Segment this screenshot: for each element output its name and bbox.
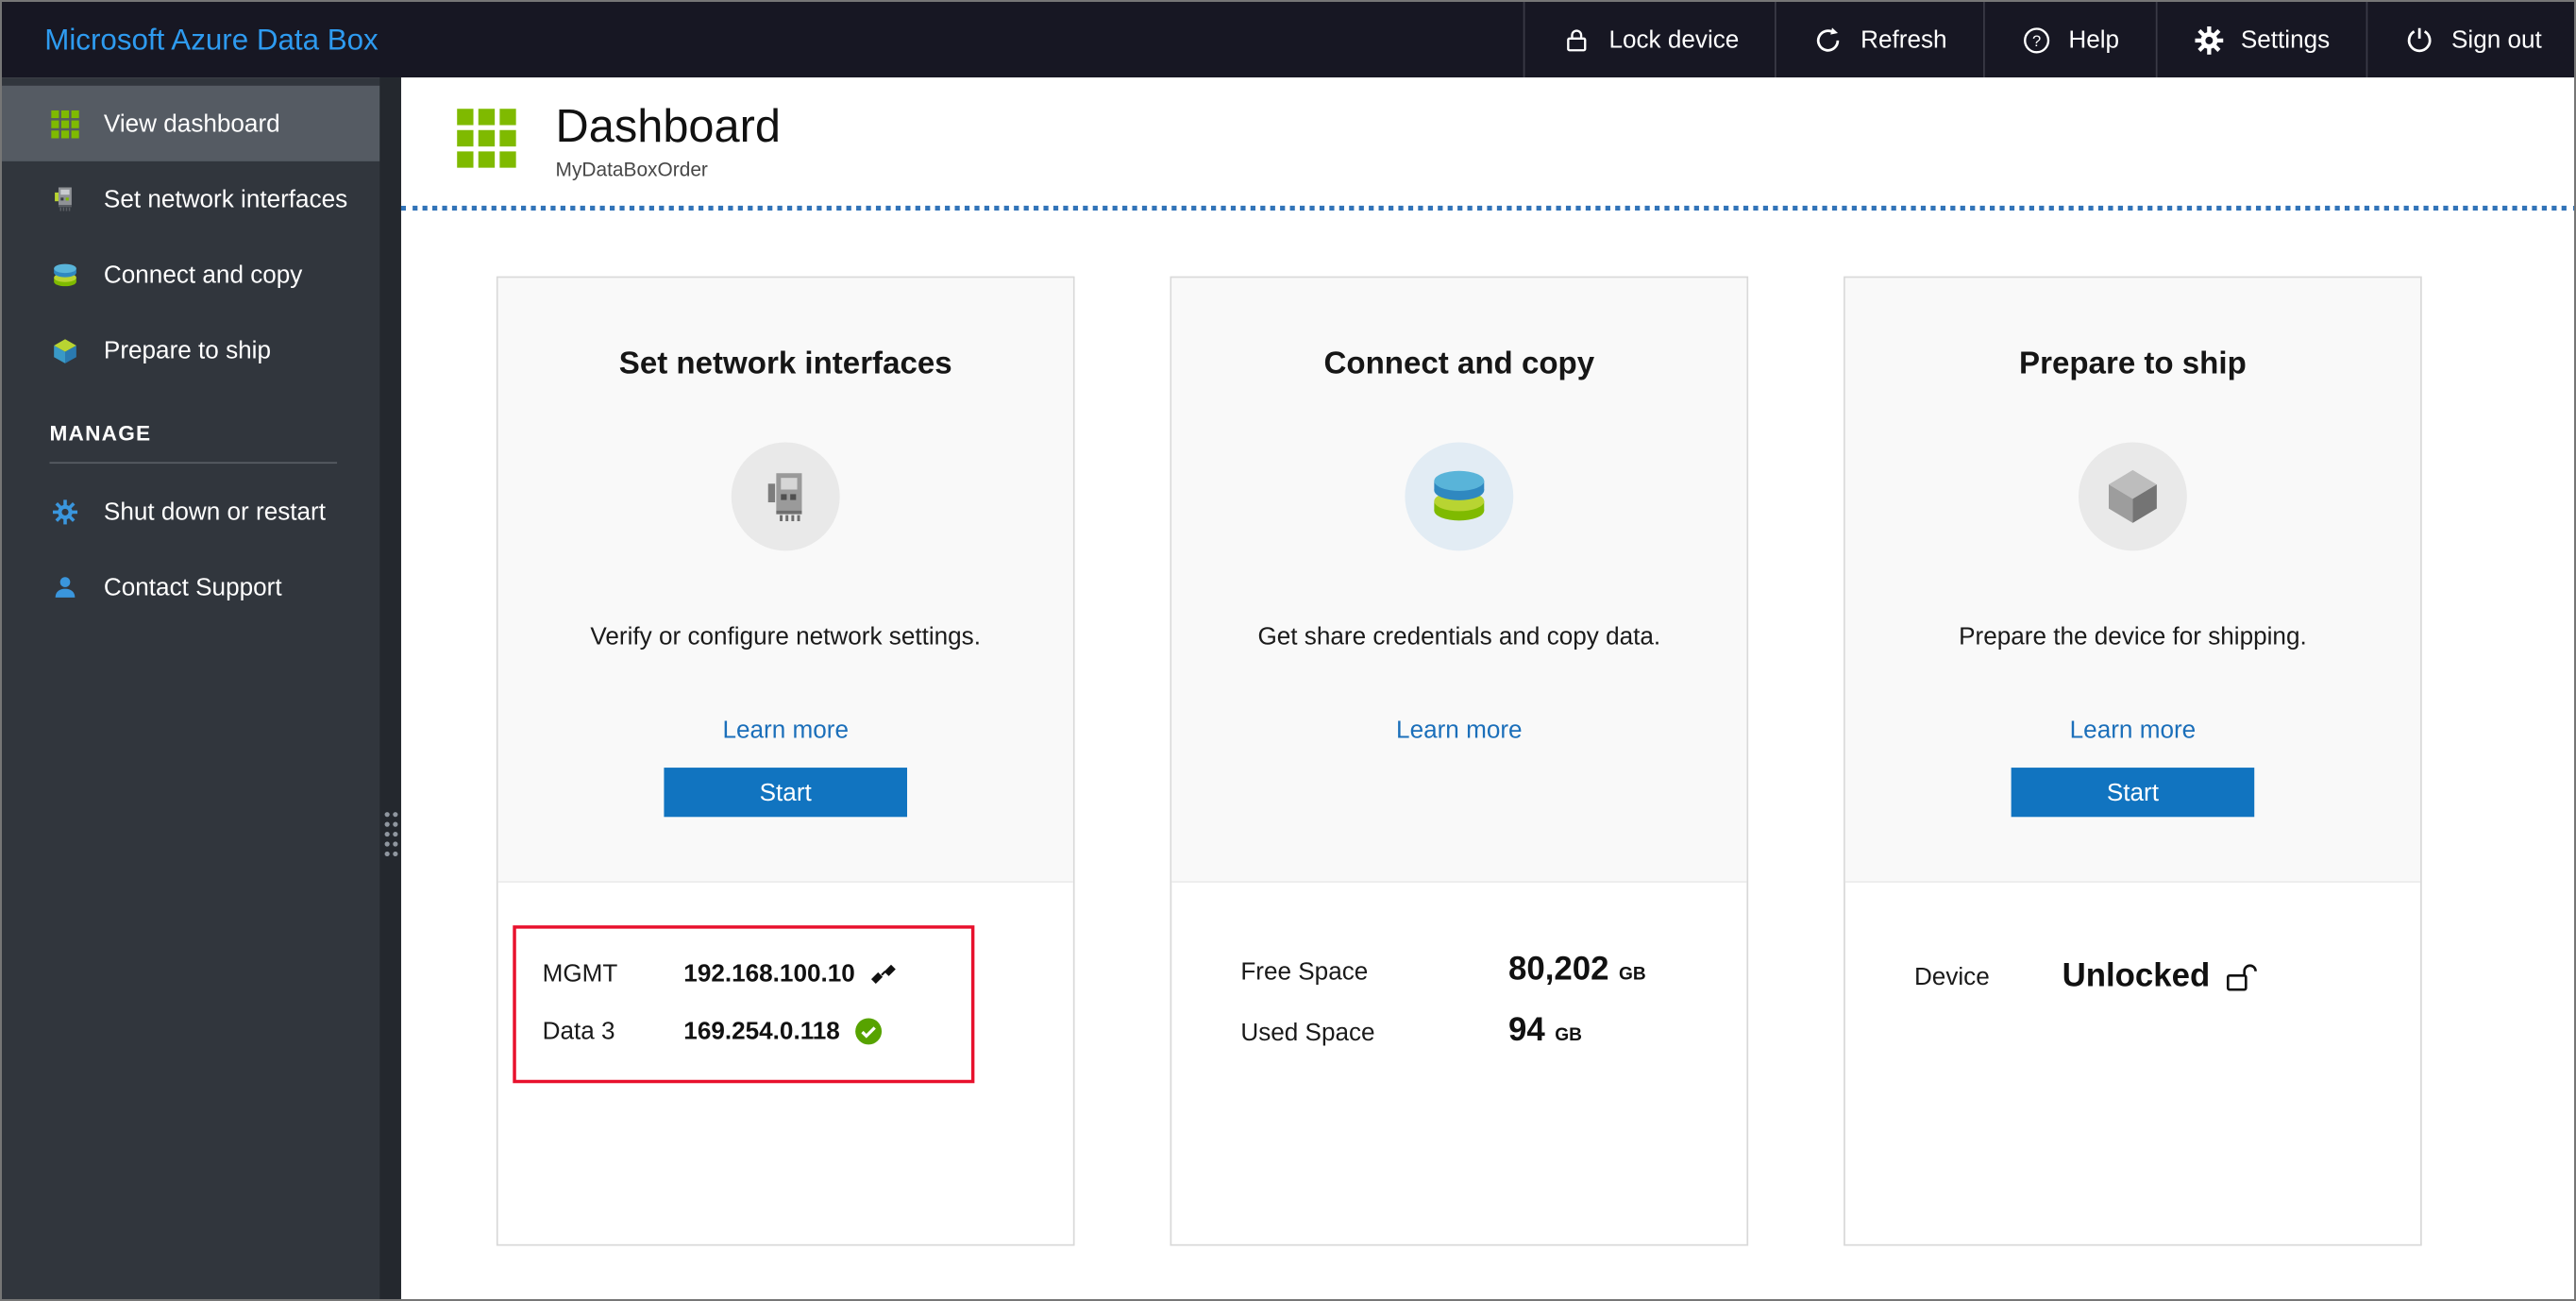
- svg-text:?: ?: [2032, 31, 2041, 49]
- interface-name: MGMT: [542, 959, 618, 988]
- stat-label: Free Space: [1240, 957, 1369, 987]
- refresh-icon: [1813, 24, 1844, 55]
- stat-unit: GB: [1618, 964, 1646, 985]
- sidebar-item-label: View dashboard: [103, 110, 280, 138]
- refresh-label: Refresh: [1860, 25, 1947, 54]
- sidebar-item-label: Prepare to ship: [103, 336, 271, 364]
- gear-icon: [2193, 24, 2224, 55]
- device-label: Device: [1913, 963, 1990, 991]
- sign-out-button[interactable]: Sign out: [2366, 2, 2574, 78]
- help-label: Help: [2068, 25, 2120, 54]
- sidebar-resize-handle[interactable]: [384, 812, 398, 857]
- sidebar-divider: [49, 462, 338, 465]
- learn-more-link[interactable]: Learn more: [2070, 717, 2197, 745]
- device-status-value: Unlocked: [2062, 957, 2211, 995]
- card-title: Connect and copy: [1323, 346, 1595, 382]
- main-content: Dashboard MyDataBoxOrder Set network int…: [400, 77, 2574, 1299]
- box-icon: [49, 336, 78, 364]
- dashboard-grid-icon: [49, 110, 78, 138]
- box-icon: [2078, 442, 2187, 551]
- settings-button[interactable]: Settings: [2155, 2, 2366, 78]
- topbar: Microsoft Azure Data Box Lock device Ref…: [2, 2, 2574, 78]
- sign-out-label: Sign out: [2451, 25, 2542, 54]
- device-status-row: Device Unlocked: [1845, 922, 2420, 996]
- power-gear-icon: [49, 498, 78, 526]
- card-description: Prepare the device for shipping.: [1959, 622, 2307, 651]
- start-button[interactable]: Start: [664, 768, 908, 818]
- page-subtitle: MyDataBoxOrder: [555, 158, 708, 181]
- power-icon: [2404, 24, 2435, 55]
- used-space-row: Used Space 94 GB: [1240, 1012, 1746, 1050]
- page-header: Dashboard MyDataBoxOrder: [401, 77, 2574, 206]
- sidebar-item-prepare-to-ship[interactable]: Prepare to ship: [2, 313, 379, 388]
- stat-value: 80,202: [1508, 952, 1609, 988]
- stat-label: Used Space: [1240, 1019, 1375, 1047]
- learn-more-link[interactable]: Learn more: [722, 717, 849, 745]
- sidebar-item-label: Connect and copy: [103, 261, 303, 289]
- check-icon: [855, 1018, 884, 1046]
- lock-icon: [1561, 24, 1592, 55]
- interface-row-mgmt: MGMT 192.168.100.10: [543, 945, 945, 1003]
- network-card-icon: [731, 442, 840, 551]
- help-icon: ?: [2021, 24, 2052, 55]
- sidebar-item-label: Contact Support: [103, 572, 282, 601]
- plug-icon: [869, 963, 901, 985]
- space-stats: Free Space 80,202 GB Used Space 94 GB: [1171, 922, 1746, 1051]
- app-title: Microsoft Azure Data Box: [44, 22, 379, 56]
- interface-name: Data 3: [542, 1017, 615, 1046]
- start-button[interactable]: Start: [2011, 768, 2255, 818]
- lock-device-label: Lock device: [1608, 25, 1740, 54]
- refresh-button[interactable]: Refresh: [1775, 2, 1983, 78]
- dashboard-grid-icon: [457, 108, 516, 175]
- stat-value: 94: [1508, 1012, 1545, 1049]
- dashboard-cards: Set network interfaces Verify or configu…: [400, 205, 2574, 1299]
- manage-section-label: MANAGE: [49, 420, 152, 446]
- unlock-icon: [2223, 961, 2261, 992]
- card-set-network-interfaces: Set network interfaces Verify or configu…: [496, 276, 1075, 1246]
- settings-label: Settings: [2240, 25, 2331, 54]
- card-title: Set network interfaces: [618, 346, 952, 382]
- lock-device-button[interactable]: Lock device: [1523, 2, 1776, 78]
- sidebar-item-connect-and-copy[interactable]: Connect and copy: [2, 237, 379, 313]
- network-annotation-box: MGMT 192.168.100.10 Data 3 169.254.0.118: [513, 925, 975, 1084]
- azure-data-box-window: Microsoft Azure Data Box Lock device Ref…: [0, 0, 2576, 1301]
- sidebar-item-label: Shut down or restart: [103, 497, 327, 526]
- card-title: Prepare to ship: [2019, 346, 2247, 382]
- disks-icon: [49, 261, 78, 289]
- disks-icon: [1405, 442, 1514, 551]
- sidebar-item-shut-down-or-restart[interactable]: Shut down or restart: [2, 474, 379, 549]
- sidebar: View dashboard Set network interfaces Co…: [2, 77, 401, 1299]
- free-space-row: Free Space 80,202 GB: [1240, 952, 1746, 989]
- learn-more-link[interactable]: Learn more: [1396, 717, 1523, 745]
- help-button[interactable]: ? Help: [1982, 2, 2156, 78]
- sidebar-item-set-network-interfaces[interactable]: Set network interfaces: [2, 161, 379, 237]
- sidebar-edge-strip: [379, 77, 401, 1299]
- card-description: Verify or configure network settings.: [590, 622, 982, 651]
- page-title: Dashboard: [555, 100, 781, 152]
- card-connect-and-copy: Connect and copy Get share credentials a…: [1170, 276, 1749, 1246]
- interface-ip: 169.254.0.118: [683, 1017, 840, 1046]
- sidebar-item-label: Set network interfaces: [103, 185, 348, 213]
- stat-unit: GB: [1555, 1025, 1582, 1046]
- sidebar-item-contact-support[interactable]: Contact Support: [2, 549, 379, 625]
- sidebar-item-view-dashboard[interactable]: View dashboard: [2, 85, 380, 161]
- person-icon: [49, 573, 78, 601]
- interface-row-data3: Data 3 169.254.0.118: [543, 1003, 945, 1060]
- card-description: Get share credentials and copy data.: [1257, 622, 1661, 651]
- card-prepare-to-ship: Prepare to ship Prepare the device for s…: [1844, 276, 2422, 1246]
- network-card-icon: [49, 186, 78, 212]
- interface-ip: 192.168.100.10: [683, 959, 855, 988]
